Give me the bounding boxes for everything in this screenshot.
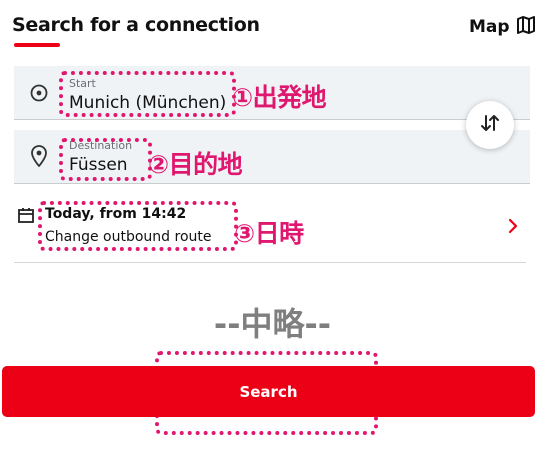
annotation-destination: ②目的地 bbox=[148, 150, 243, 179]
annotation-start: ①出発地 bbox=[232, 83, 327, 112]
map-pin-icon bbox=[28, 144, 50, 172]
search-button[interactable]: Search bbox=[2, 366, 535, 417]
map-label: Map bbox=[469, 17, 510, 37]
swap-arrows-icon bbox=[478, 111, 502, 139]
chevron-right-icon bbox=[507, 218, 519, 238]
swap-button[interactable] bbox=[466, 101, 514, 149]
calendar-icon bbox=[17, 206, 35, 228]
map-button[interactable]: Map bbox=[469, 16, 536, 38]
location-target-icon bbox=[28, 82, 50, 108]
omitted-marker: --中略-- bbox=[213, 305, 332, 343]
annotation-datetime: ③日時 bbox=[234, 219, 304, 248]
annotation-box-datetime bbox=[38, 201, 238, 251]
divider bbox=[14, 262, 526, 263]
page-title: Search for a connection bbox=[12, 14, 260, 36]
active-tab-indicator bbox=[14, 43, 60, 47]
annotation-box-start bbox=[59, 71, 236, 117]
map-icon bbox=[516, 15, 536, 39]
annotation-box-destination bbox=[59, 138, 152, 181]
